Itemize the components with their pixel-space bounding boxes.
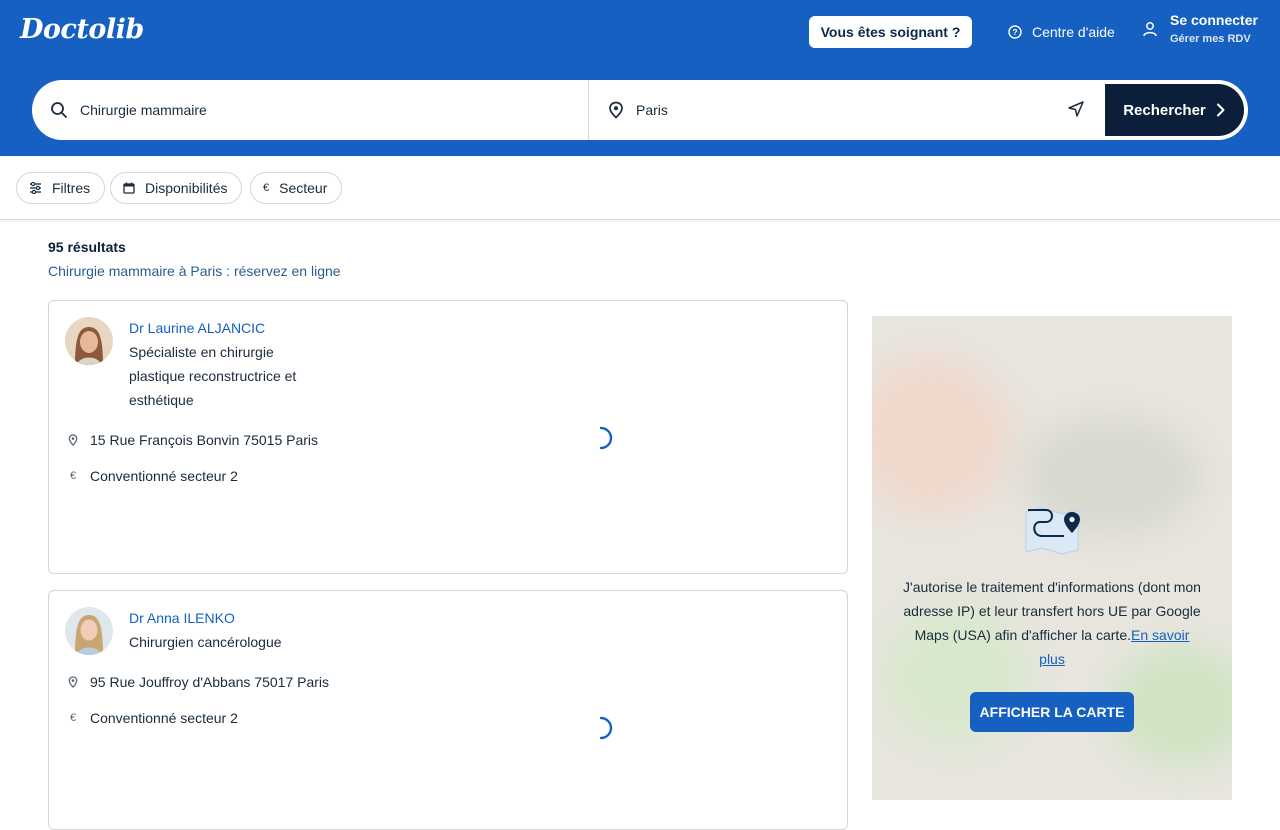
- help-circle-icon: ?: [1008, 25, 1022, 39]
- availability-filter-button[interactable]: Disponibilités: [110, 172, 243, 204]
- filters-button[interactable]: Filtres: [16, 172, 106, 204]
- map-consent-content: J'autorise le traitement d'informations …: [872, 506, 1232, 671]
- show-map-button[interactable]: AFFICHER LA CARTE: [970, 692, 1134, 732]
- geolocate-icon[interactable]: [1067, 100, 1085, 118]
- search-icon: [51, 102, 67, 118]
- login-title: Se connecter: [1170, 12, 1258, 28]
- availability-label: Disponibilités: [145, 180, 228, 196]
- map-consent-text: J'autorise le traitement d'informations …: [902, 575, 1202, 671]
- loading-spinner-icon: [599, 716, 613, 740]
- doctor-sector-text: Conventionné secteur 2: [90, 468, 238, 484]
- doctor-address: 95 Rue Jouffroy d'Abbans 75017 Paris: [67, 674, 329, 690]
- calendar-icon: [123, 182, 135, 194]
- sector-label: Secteur: [279, 180, 328, 196]
- specialty-search-input[interactable]: Chirurgie mammaire: [80, 102, 207, 118]
- doctor-avatar: [65, 607, 113, 655]
- doctor-sector: € Conventionné secteur 2: [67, 468, 238, 484]
- specialty-search-field[interactable]: Chirurgie mammaire: [32, 80, 589, 140]
- map-route-icon: [1025, 507, 1080, 555]
- doctor-address-text: 95 Rue Jouffroy d'Abbans 75017 Paris: [90, 674, 330, 690]
- doctor-address: 15 Rue François Bonvin 75015 Paris: [67, 432, 318, 448]
- map-background-blur: [872, 356, 1012, 516]
- doctor-name-link[interactable]: Dr Anna ILENKO: [129, 610, 235, 626]
- location-pin-icon: [67, 676, 79, 688]
- chevron-right-icon: [1216, 103, 1225, 117]
- login-link[interactable]: Se connecter Gérer mes RDV: [1142, 11, 1258, 45]
- doctor-avatar: [65, 317, 113, 365]
- location-pin-icon: [67, 434, 79, 446]
- doctor-specialty: Chirurgien cancérologue: [129, 634, 282, 650]
- doctolib-logo[interactable]: Doctolib: [20, 14, 144, 45]
- euro-icon: €: [69, 712, 77, 724]
- user-icon: [1143, 22, 1157, 37]
- euro-icon: €: [263, 182, 270, 194]
- doctor-sector-text: Conventionné secteur 2: [90, 710, 238, 726]
- location-search-field[interactable]: Paris: [590, 80, 1105, 140]
- doctor-name-link[interactable]: Dr Laurine ALJANCIC: [129, 320, 265, 336]
- loading-spinner-icon: [599, 426, 613, 450]
- doctor-card[interactable]: Dr Laurine ALJANCIC Spécialiste en chiru…: [48, 300, 848, 574]
- search-submit-label: Rechercher: [1123, 101, 1206, 119]
- svg-text:?: ?: [1012, 27, 1017, 37]
- map-consent-panel: J'autorise le traitement d'informations …: [872, 316, 1232, 800]
- healthcare-pro-button[interactable]: Vous êtes soignant ?: [809, 16, 972, 48]
- help-center-link[interactable]: ? Centre d'aide: [1008, 22, 1115, 42]
- location-pin-icon: [609, 101, 623, 119]
- location-input[interactable]: Paris: [636, 102, 668, 118]
- filters-label: Filtres: [52, 180, 91, 196]
- filter-bar: Filtres Disponibilités € Secteur: [0, 156, 1280, 220]
- manage-appointments-label: Gérer mes RDV: [1170, 33, 1251, 45]
- doctor-card[interactable]: Dr Anna ILENKO Chirurgien cancérologue 9…: [48, 590, 848, 830]
- doctor-address-text: 15 Rue François Bonvin 75015 Paris: [90, 432, 319, 448]
- search-bar: Chirurgie mammaire Paris Rechercher: [32, 80, 1248, 140]
- sliders-icon: [29, 182, 42, 194]
- help-center-label: Centre d'aide: [1032, 24, 1115, 40]
- top-header: Doctolib Vous êtes soignant ? ? Centre d…: [0, 0, 1280, 156]
- results-count: 95 résultats: [48, 239, 126, 255]
- euro-icon: €: [69, 470, 77, 482]
- results-subtitle: Chirurgie mammaire à Paris : réservez en…: [48, 263, 341, 279]
- doctor-sector: € Conventionné secteur 2: [67, 710, 238, 726]
- doctor-specialty: Spécialiste en chirurgie plastique recon…: [129, 344, 297, 408]
- search-submit-button[interactable]: Rechercher: [1105, 84, 1244, 136]
- sector-filter-button[interactable]: € Secteur: [250, 172, 343, 204]
